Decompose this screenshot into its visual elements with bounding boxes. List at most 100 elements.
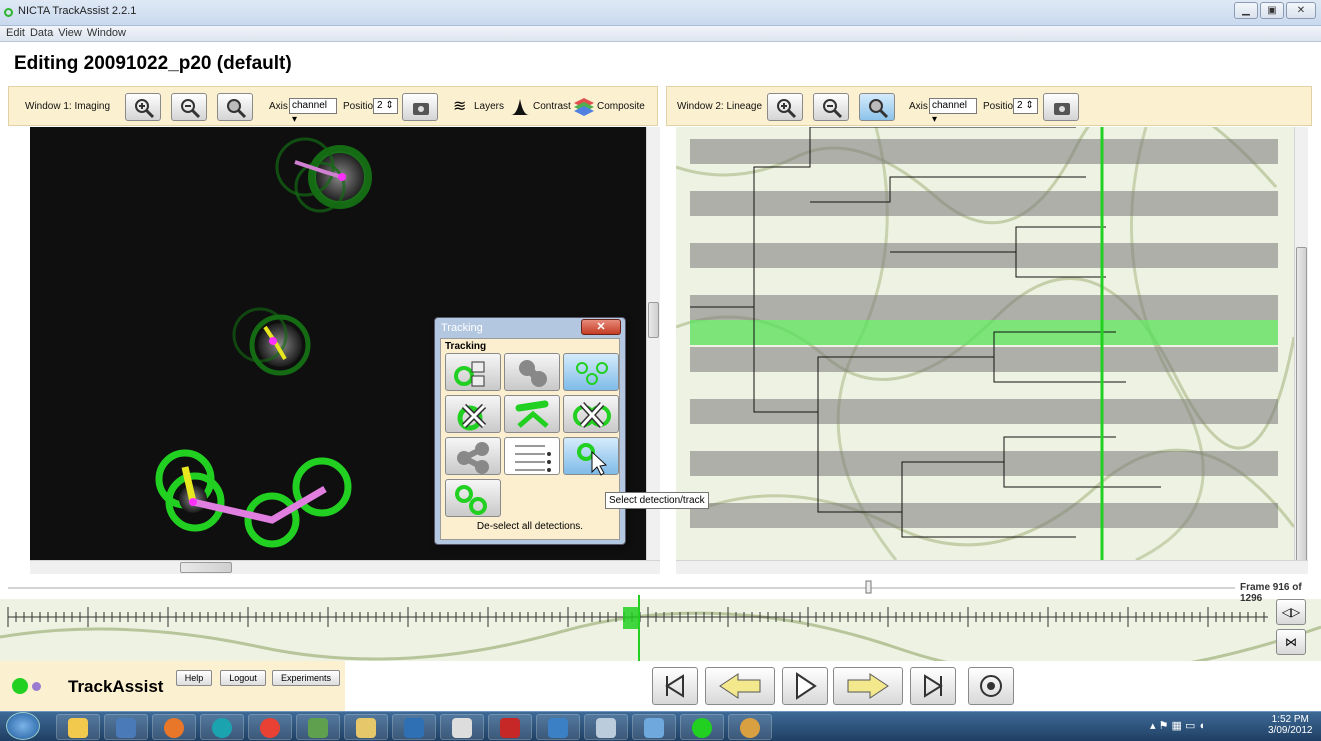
lineage-horizontal-scrollbar[interactable] <box>676 560 1308 574</box>
taskbar-image-viewer[interactable] <box>344 714 388 740</box>
first-frame-button[interactable] <box>652 667 698 705</box>
frame-slider-thumb[interactable] <box>865 580 872 594</box>
menu-view[interactable]: View <box>58 27 82 39</box>
lineage-zoom-fit-button[interactable] <box>859 93 895 121</box>
lineage-zoom-in-button[interactable] <box>767 93 803 121</box>
goto-frame-button[interactable] <box>968 667 1014 705</box>
window-title: NICTA TrackAssist 2.2.1 <box>18 5 137 17</box>
split-track-icon <box>515 400 549 428</box>
taskbar-firefox[interactable] <box>152 714 196 740</box>
taskbar-arduino[interactable] <box>200 714 244 740</box>
merge-button[interactable] <box>504 353 560 391</box>
layers-button[interactable]: Layers <box>474 101 504 112</box>
lineage-zoom-out-button[interactable] <box>813 93 849 121</box>
last-frame-button[interactable] <box>910 667 956 705</box>
axis-select[interactable]: channel ▾ <box>289 98 337 125</box>
zoom-fit-icon <box>227 99 247 119</box>
logout-button[interactable]: Logout <box>220 670 266 686</box>
scroll-thumb[interactable] <box>180 562 232 573</box>
taskbar-virtualbox[interactable] <box>392 714 436 740</box>
delete-track-button[interactable] <box>563 395 619 433</box>
camera-icon <box>1054 103 1070 115</box>
next-frame-button[interactable] <box>833 667 903 705</box>
selected-track-row[interactable] <box>690 320 1278 345</box>
folder-icon <box>68 718 88 738</box>
tex-icon <box>452 718 472 738</box>
layers-icon: ≋ <box>453 98 467 115</box>
start-button[interactable] <box>6 712 40 740</box>
menu-bar: Edit Data View Window <box>0 26 1321 42</box>
arduino-icon <box>212 718 232 738</box>
taskbar-paint[interactable] <box>728 714 772 740</box>
tray-icons[interactable]: ▴ ⚑ ▦ ▭ ◖ <box>1150 719 1205 732</box>
position-value: 2 <box>377 100 383 111</box>
menu-edit[interactable]: Edit <box>6 27 25 39</box>
lineage-vertical-scrollbar[interactable] <box>1294 127 1308 572</box>
select-detection-button[interactable] <box>563 437 619 476</box>
lineage-position-spinner[interactable]: 2 ⇕ <box>1013 98 1038 114</box>
link-tracks-icon <box>454 361 485 387</box>
lineage-axis-select[interactable]: channel ▾ <box>929 98 977 125</box>
menu-data[interactable]: Data <box>30 27 53 39</box>
tracking-status: De-select all detections. <box>476 521 584 532</box>
delete-detection-button[interactable] <box>445 395 501 433</box>
delete-track-icon <box>573 401 611 429</box>
play-button[interactable] <box>782 667 828 705</box>
lineage-canvas[interactable] <box>676 127 1294 560</box>
taskbar-calculator[interactable] <box>584 714 628 740</box>
current-frame-marker[interactable] <box>623 607 639 629</box>
help-button[interactable]: Help <box>176 670 212 686</box>
clock[interactable]: 1:52 PM 3/09/2012 <box>1268 714 1313 736</box>
taskbar-chrome[interactable] <box>248 714 292 740</box>
taskbar-editor[interactable] <box>536 714 580 740</box>
zoom-in-button[interactable] <box>125 93 161 121</box>
zoom-in-icon <box>135 99 155 119</box>
window2-toolbar: Window 2: Lineage Axis channel ▾ Positio… <box>666 86 1312 126</box>
split-track-button[interactable] <box>504 395 560 433</box>
pdf-icon <box>500 718 520 738</box>
title-bar: NICTA TrackAssist 2.2.1 ▁ ▣ ✕ <box>0 0 1321 26</box>
clock-time: 1:52 PM <box>1271 714 1309 725</box>
lineage-snapshot-button[interactable] <box>1043 93 1079 121</box>
link-tracks-button[interactable] <box>445 353 501 391</box>
branch-button[interactable] <box>445 437 501 475</box>
close-button[interactable]: ✕ <box>1286 2 1316 19</box>
composite-button[interactable]: Composite <box>597 101 645 112</box>
lineage-axis-label: Axis <box>909 101 928 112</box>
taskbar-app-green[interactable] <box>296 714 340 740</box>
calculator-icon <box>596 718 616 738</box>
window2-title: Window 2: Lineage <box>677 101 763 112</box>
zoom-timeline-button[interactable]: ⋈ <box>1276 629 1306 655</box>
track-list-button[interactable] <box>504 437 560 475</box>
snapshot-button[interactable] <box>402 93 438 121</box>
maximize-button[interactable]: ▣ <box>1260 2 1284 19</box>
zoom-fit-button[interactable] <box>217 93 253 121</box>
deselect-all-button[interactable] <box>445 479 501 517</box>
auto-detect-icon <box>576 362 608 385</box>
taskbar-trackassist[interactable] <box>680 714 724 740</box>
editor-icon <box>548 718 568 738</box>
previous-frame-button[interactable] <box>705 667 775 705</box>
zoom-out-button[interactable] <box>171 93 207 121</box>
trackassist-icon <box>692 718 712 738</box>
taskbar-database[interactable] <box>104 714 148 740</box>
auto-detect-button[interactable] <box>563 353 619 391</box>
taskbar-pdf[interactable] <box>488 714 532 740</box>
zoom-fit-icon <box>869 99 889 119</box>
menu-window[interactable]: Window <box>87 27 126 39</box>
taskbar-explorer[interactable] <box>56 714 100 740</box>
contrast-button[interactable]: Contrast <box>533 101 571 112</box>
tracking-close-button[interactable]: ✕ <box>581 319 621 335</box>
clock-date: 3/09/2012 <box>1268 725 1313 736</box>
taskbar-screen[interactable] <box>632 714 676 740</box>
timeline: Frame 916 of 1296 ◁▷ ⋈ <box>0 577 1321 677</box>
scroll-thumb[interactable] <box>1296 247 1307 572</box>
scroll-thumb[interactable] <box>648 302 659 338</box>
imaging-horizontal-scrollbar[interactable] <box>30 560 660 574</box>
image-icon <box>356 718 376 738</box>
position-spinner[interactable]: 2 ⇕ <box>373 98 398 114</box>
minimize-button[interactable]: ▁ <box>1234 2 1258 19</box>
experiments-button[interactable]: Experiments <box>272 670 340 686</box>
fit-timeline-button[interactable]: ◁▷ <box>1276 599 1306 625</box>
taskbar-tex[interactable] <box>440 714 484 740</box>
